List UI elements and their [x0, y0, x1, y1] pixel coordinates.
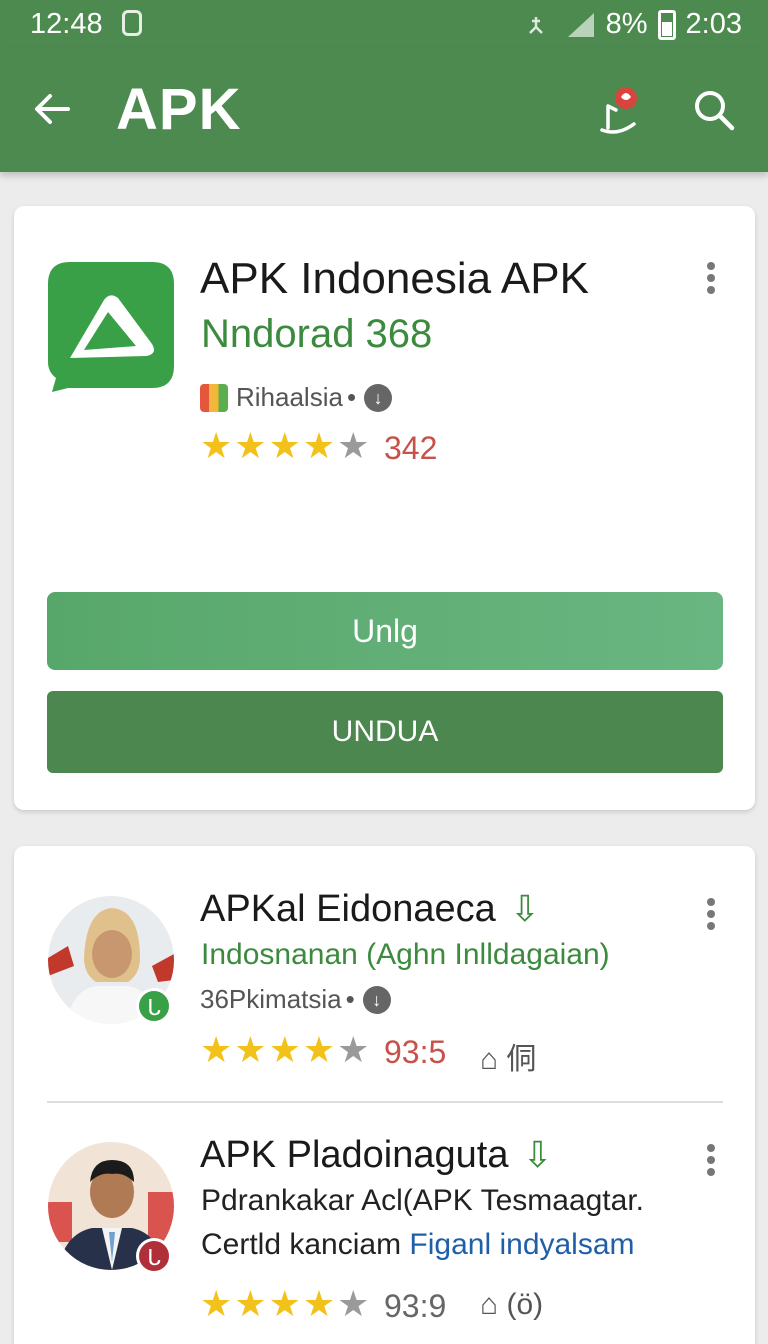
- download-button[interactable]: UNDUA: [47, 691, 723, 773]
- star-icon: ★: [234, 1029, 267, 1070]
- app-logo-icon: [48, 262, 174, 392]
- star-icon: ★: [268, 425, 301, 466]
- list-item-stars: ★ ★ ★ ★ ★: [200, 1286, 369, 1322]
- lock-icon: [122, 10, 142, 36]
- verified-icon: ↓: [362, 985, 391, 1014]
- status-bar: 12:48 8% 2:03: [0, 0, 768, 48]
- more-options-icon[interactable]: [706, 1144, 716, 1184]
- star-icon: ★: [234, 425, 267, 466]
- more-options-icon[interactable]: [706, 262, 716, 302]
- star-empty-icon: ★: [337, 425, 370, 466]
- divider: [47, 1101, 723, 1103]
- verified-badge-icon: ᒐ: [136, 988, 172, 1024]
- list-item-link[interactable]: Figanl indyalsam: [409, 1228, 634, 1261]
- featured-developer-row: Rihaalsia • ↓: [200, 382, 393, 413]
- list-item-description-line2: Certld kanciam Figanl indyalsam: [201, 1228, 635, 1262]
- featured-app-name: APK Indonesia APK: [200, 254, 589, 303]
- featured-developer: Rihaalsia: [236, 382, 343, 412]
- battery-percent: 8%: [605, 8, 648, 40]
- featured-rating: 342: [384, 430, 438, 466]
- list-item-title: APK Pladoinaguta: [200, 1134, 509, 1176]
- page-title: APK: [116, 77, 242, 142]
- star-icon: ★: [302, 1029, 336, 1070]
- search-icon[interactable]: [690, 86, 738, 134]
- star-icon: ★: [200, 425, 233, 466]
- featured-stars: ★ ★ ★ ★ ★: [200, 428, 369, 464]
- battery-icon: [657, 9, 676, 40]
- list-item-developer: 36Pkimatsia: [200, 984, 342, 1014]
- star-empty-icon: ★: [337, 1283, 370, 1324]
- star-icon: ★: [302, 425, 336, 466]
- star-icon: ★: [268, 1283, 301, 1324]
- list-item-title-row: APKal Eidonaeca ⇩: [200, 888, 540, 931]
- favorite-badge-icon[interactable]: [594, 84, 644, 136]
- verified-badge-icon: ᒐ: [136, 1238, 172, 1274]
- list-item-extra-icons: ⌂ 侗: [480, 1043, 537, 1076]
- list-item-title: APKal Eidonaeca: [200, 888, 496, 930]
- star-icon: ★: [234, 1283, 267, 1324]
- list-item-extra-icons: ⌂ (ö): [480, 1288, 544, 1321]
- star-icon: ★: [200, 1283, 233, 1324]
- star-icon: ★: [200, 1029, 233, 1070]
- app-bar: APK: [0, 48, 768, 172]
- featured-app-subtitle: Nndorad 368: [201, 312, 433, 356]
- list-item-developer-row: 36Pkimatsia • ↓: [200, 984, 391, 1015]
- list-item-title-row: APK Pladoinaguta ⇩: [200, 1134, 553, 1177]
- download-arrow-icon[interactable]: ⇩: [522, 1134, 552, 1176]
- list-item-description-text: Certld kanciam: [201, 1228, 402, 1261]
- list-item-rating: 93:5: [384, 1034, 447, 1070]
- verified-icon: ↓: [364, 383, 393, 412]
- app-list-card: ᒐ APKal Eidonaeca ⇩ Indosnanan (Aghn Inll…: [14, 846, 755, 1344]
- network-icon: [528, 16, 543, 34]
- list-item-stars: ★ ★ ★ ★ ★: [200, 1032, 369, 1068]
- list-item-subtitle: Indosnanan (Aghn Inlldagaian): [201, 938, 610, 971]
- primary-button[interactable]: Unlg: [47, 592, 723, 670]
- star-icon: ★: [302, 1283, 336, 1324]
- status-time-right: 2:03: [685, 8, 742, 40]
- featured-app-card[interactable]: APK Indonesia APK Nndorad 368 Rihaalsia …: [14, 206, 755, 810]
- download-arrow-icon[interactable]: ⇩: [510, 888, 540, 930]
- developer-grid-icon: [200, 383, 228, 412]
- signal-icon: [567, 12, 594, 37]
- more-options-icon[interactable]: [706, 898, 716, 938]
- back-arrow-icon[interactable]: [30, 86, 76, 132]
- list-item-description: Pdrankakar Acl(APK Tesmaagtar.: [201, 1184, 644, 1217]
- status-time-left: 12:48: [30, 8, 103, 40]
- list-item-rating: 93:9: [384, 1288, 447, 1324]
- star-icon: ★: [268, 1029, 301, 1070]
- star-empty-icon: ★: [337, 1029, 370, 1070]
